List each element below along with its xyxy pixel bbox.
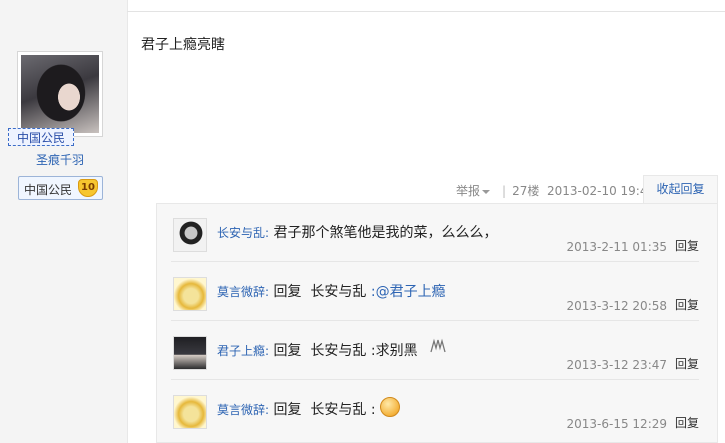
user-avatar-photo [21,55,99,133]
reply-button[interactable]: 回复 [675,237,699,254]
reply-time: 2013-2-11 01:35 [566,240,668,254]
citizen-tag[interactable]: 中国公民 [8,128,74,146]
reply-time: 2013-3-12 20:58 [566,299,668,313]
post-meta: 举报 | 27楼 2013-02-10 19:43 [456,182,655,199]
author-username[interactable]: 圣痕千羽 [0,151,120,168]
floor-number: 27楼 [512,184,540,198]
reply-divider [171,320,699,321]
reply-author[interactable]: 君子上瘾: [217,344,269,358]
reply-text: :求别黑 [370,343,418,359]
smiley-emoticon-icon [380,397,401,417]
reply-author[interactable]: 长安与乱: [217,226,269,240]
reply-button[interactable]: 回复 [675,414,699,431]
reply-avatar[interactable] [173,218,207,252]
reply-list: 长安与乱: 君子那个煞笔他是我的菜，么么么， 2013-2-11 01:35 回… [156,203,718,443]
reply-text: : [370,402,376,418]
reply-avatar[interactable] [173,336,207,370]
reply-mention[interactable]: :@君子上瘾 [371,284,446,300]
reply-divider [171,261,699,262]
reply-line: 莫言微辞: 回复 长安与乱 :@君子上瘾 [217,281,446,301]
reply-button[interactable]: 回复 [675,296,699,313]
reply-target: 长安与乱 [310,284,367,300]
reply-time: 2013-3-12 23:47 [566,358,668,372]
collapse-replies-button[interactable]: 收起回复 [643,175,718,203]
reply-author[interactable]: 莫言微辞: [217,285,269,299]
hands-emoticon-icon [430,338,446,353]
reply-item: 长安与乱: 君子那个煞笔他是我的菜，么么么， 2013-2-11 01:35 回… [157,204,717,262]
reply-item: 莫言微辞: 回复 长安与乱 : 2013-6-15 12:29 回复 [157,381,717,439]
reply-target: 长安与乱 [310,343,367,359]
reply-item: 莫言微辞: 回复 长安与乱 :@君子上瘾 2013-3-12 20:58 回复 [157,263,717,321]
reply-time: 2013-6-15 12:29 [566,417,668,431]
reply-target: 长安与乱 [310,402,367,418]
level-label: 中国公民 [24,183,73,197]
report-link[interactable]: 举报 [456,182,491,199]
reply-avatar[interactable] [173,395,207,429]
reply-line: 君子上瘾: 回复 长安与乱 :求别黑 [217,338,448,360]
reply-word: 回复 [273,402,302,418]
post-timestamp: 2013-02-10 19:43 [546,184,656,198]
reply-button[interactable]: 回复 [675,355,699,372]
author-avatar[interactable] [17,51,103,137]
reply-author[interactable]: 莫言微辞: [217,403,269,417]
reply-divider [171,379,699,380]
reply-text: 君子那个煞笔他是我的菜，么么么， [273,225,498,241]
post-content: 君子上瘾亮瞎 [141,37,225,53]
chevron-down-icon [482,189,491,194]
top-divider [127,11,725,12]
level-badge[interactable]: 中国公民 10 [18,176,103,200]
meta-separator: | [502,184,507,198]
reply-word: 回复 [273,284,302,300]
reply-avatar[interactable] [173,277,207,311]
reply-item: 君子上瘾: 回复 长安与乱 :求别黑 2013-3-12 23:47 回复 [157,322,717,380]
reply-line: 莫言微辞: 回复 长安与乱 : [217,397,401,420]
reply-word: 回复 [273,343,302,359]
level-shield-icon: 10 [78,179,98,197]
reply-line: 长安与乱: 君子那个煞笔他是我的菜，么么么， [217,222,498,242]
